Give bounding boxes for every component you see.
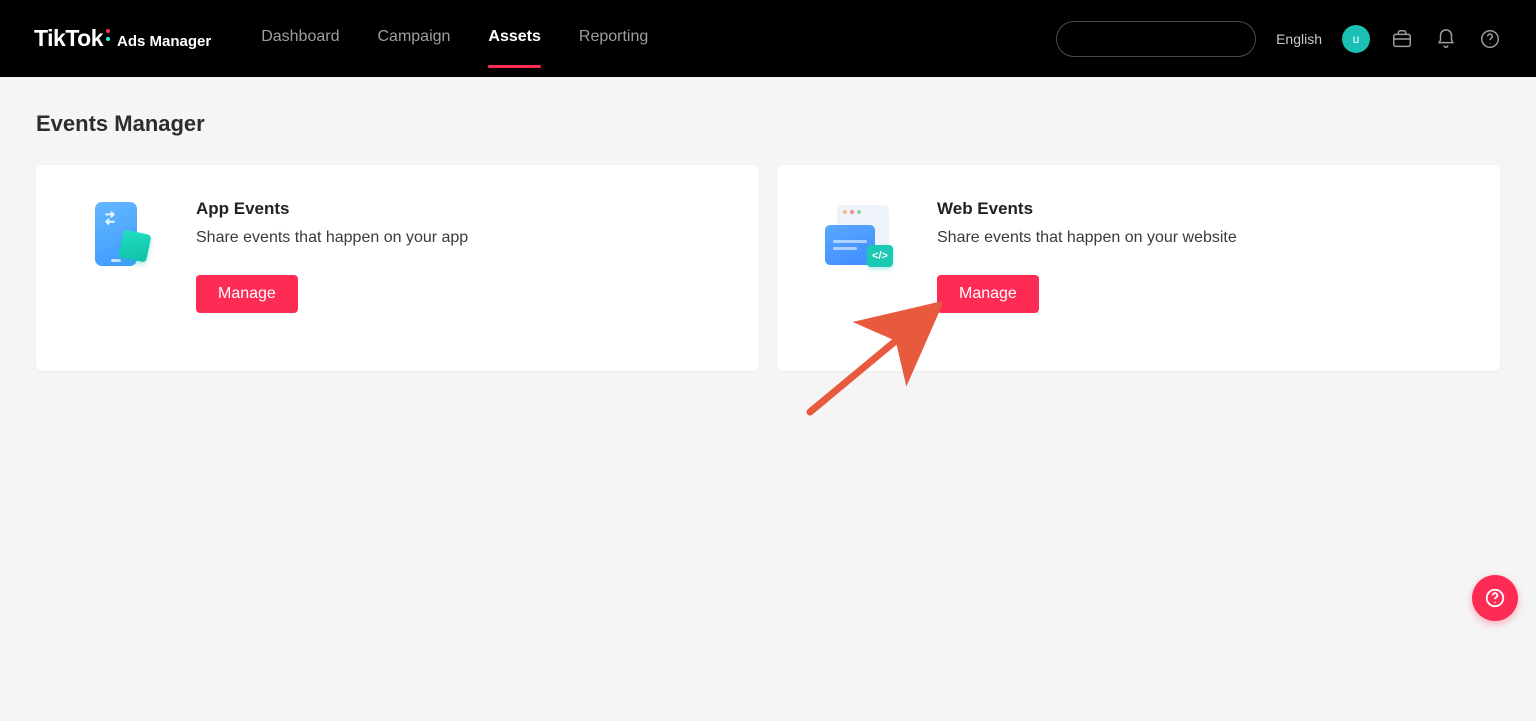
page-title: Events Manager — [36, 111, 1500, 137]
briefcase-icon[interactable] — [1390, 27, 1414, 51]
page-content: Events Manager App Events Share events t… — [0, 77, 1536, 405]
main-nav: Dashboard Campaign Assets Reporting — [261, 28, 648, 50]
brand-logo[interactable]: TikTok Ads Manager — [34, 25, 211, 52]
event-cards-row: App Events Share events that happen on y… — [36, 165, 1500, 371]
help-circle-icon — [1484, 587, 1506, 609]
floating-help-button[interactable] — [1472, 575, 1518, 621]
web-events-description: Share events that happen on your website — [937, 229, 1466, 247]
language-switcher[interactable]: English — [1276, 31, 1322, 47]
nav-dashboard[interactable]: Dashboard — [261, 28, 339, 50]
web-events-title: Web Events — [937, 199, 1466, 219]
account-selector-pill[interactable] — [1056, 21, 1256, 57]
web-events-icon: </> — [825, 201, 889, 269]
nav-campaign[interactable]: Campaign — [377, 28, 450, 50]
user-avatar-letter: u — [1353, 32, 1360, 46]
nav-assets[interactable]: Assets — [488, 28, 540, 50]
user-avatar[interactable]: u — [1342, 25, 1370, 53]
app-events-description: Share events that happen on your app — [196, 229, 725, 247]
logo-tiktok-word: TikTok — [34, 25, 103, 52]
card-app-events: App Events Share events that happen on y… — [36, 165, 759, 371]
help-circle-icon[interactable] — [1478, 27, 1502, 51]
app-events-title: App Events — [196, 199, 725, 219]
nav-reporting[interactable]: Reporting — [579, 28, 648, 50]
app-events-icon — [84, 201, 148, 269]
top-nav-bar: TikTok Ads Manager Dashboard Campaign As… — [0, 0, 1536, 77]
app-events-manage-button[interactable]: Manage — [196, 275, 298, 313]
top-nav-right: English u — [1056, 21, 1502, 57]
web-events-manage-button[interactable]: Manage — [937, 275, 1039, 313]
card-web-events: </> Web Events Share events that happen … — [777, 165, 1500, 371]
logo-product-word: Ads Manager — [117, 33, 211, 50]
bell-icon[interactable] — [1434, 27, 1458, 51]
